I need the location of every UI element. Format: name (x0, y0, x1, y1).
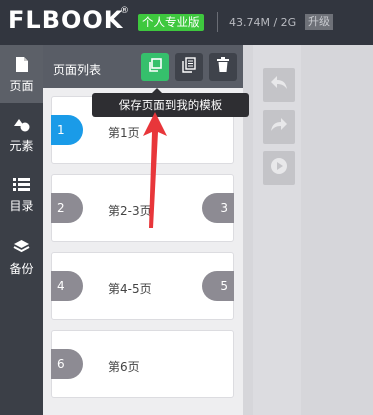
layers-icon (13, 237, 30, 257)
copy-icon (147, 57, 163, 77)
nav-item-elements[interactable]: 元素 (0, 105, 43, 163)
page-number-right[interactable]: 3 (202, 193, 234, 223)
app-logo[interactable]: FLBOOK (8, 6, 123, 34)
nav-label: 元素 (9, 139, 34, 153)
preview-button[interactable] (263, 151, 295, 185)
nav-item-pages[interactable]: 页面 (0, 45, 43, 103)
nav-label: 备份 (9, 262, 34, 276)
panel-header: 页面列表 (43, 45, 243, 88)
plan-badge: 个人专业版 (138, 14, 204, 31)
save-template-button[interactable] (141, 53, 169, 81)
list-icon (13, 174, 30, 194)
nav-item-catalog[interactable]: 目录 (0, 165, 43, 223)
page-number-left[interactable]: 2 (51, 193, 83, 223)
delete-page-button[interactable] (209, 53, 237, 81)
page-number-left[interactable]: 4 (51, 271, 83, 301)
undo-button[interactable] (263, 68, 295, 102)
page-card[interactable]: 4 第4-5页 5 (51, 252, 234, 320)
trash-icon (216, 57, 230, 77)
registered-mark: ® (120, 6, 129, 16)
storage-usage: 43.74M / 2G (229, 16, 297, 29)
shapes-icon (13, 114, 31, 134)
top-bar: FLBOOK ® 个人专业版 43.74M / 2G 升级 (0, 0, 373, 45)
page-label: 第6页 (108, 360, 140, 374)
page-icon (15, 54, 29, 74)
page-number-left[interactable]: 6 (51, 349, 83, 379)
page-card[interactable]: 6 第6页 (51, 330, 234, 398)
panel-title: 页面列表 (53, 63, 102, 77)
header-divider (217, 12, 218, 32)
page-number-left[interactable]: 1 (51, 115, 83, 145)
pointer-arrow-icon (143, 112, 167, 228)
redo-button[interactable] (263, 110, 295, 144)
nav-label: 页面 (9, 79, 34, 93)
redo-icon (270, 117, 288, 137)
duplicate-page-button[interactable] (175, 53, 203, 81)
document-icon (181, 57, 197, 77)
page-label: 第4-5页 (108, 282, 152, 296)
play-icon (270, 157, 288, 179)
upgrade-button[interactable]: 升级 (305, 14, 333, 30)
nav-label: 目录 (9, 199, 34, 213)
page-label: 第1页 (108, 126, 140, 140)
nav-item-backup[interactable]: 备份 (0, 228, 43, 286)
left-nav: 页面 元素 目录 备份 (0, 45, 43, 415)
page-number-right[interactable]: 5 (202, 271, 234, 301)
undo-icon (270, 75, 288, 95)
save-template-tooltip: 保存页面到我的模板 (92, 88, 249, 117)
